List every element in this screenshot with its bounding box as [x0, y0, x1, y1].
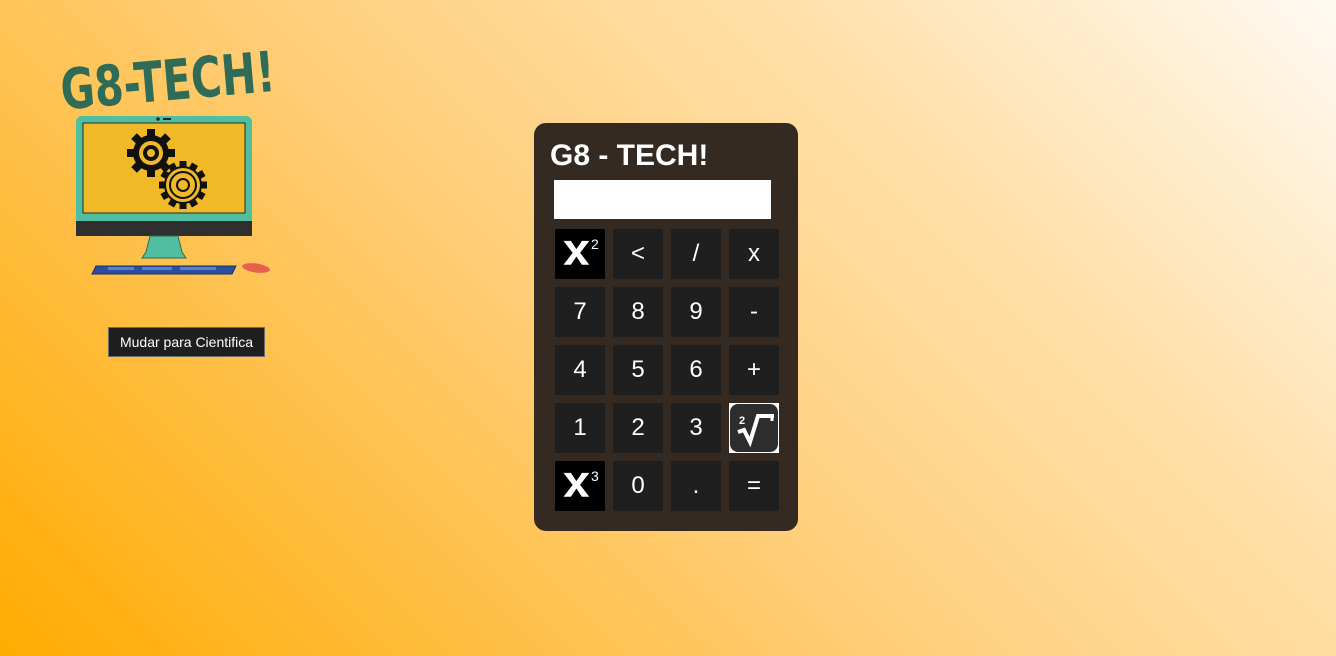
brand-logo-text: G8-TECH! [58, 40, 278, 123]
brand-logo: G8-TECH! [50, 28, 290, 288]
cube-button[interactable]: 3 [555, 461, 605, 511]
digit-3-button[interactable]: 3 [671, 403, 721, 453]
backspace-button[interactable]: < [613, 229, 663, 279]
calculator-display[interactable] [554, 180, 771, 219]
digit-9-button[interactable]: 9 [671, 287, 721, 337]
calculator: G8 - TECH! 2 < / x 7 8 9 - 4 5 6 + 1 2 3… [534, 123, 798, 531]
digit-5-button[interactable]: 5 [613, 345, 663, 395]
plus-button[interactable]: + [729, 345, 779, 395]
decimal-button[interactable]: . [671, 461, 721, 511]
digit-2-button[interactable]: 2 [613, 403, 663, 453]
equals-button[interactable]: = [729, 461, 779, 511]
svg-text:3: 3 [591, 468, 599, 484]
divide-button[interactable]: / [671, 229, 721, 279]
digit-6-button[interactable]: 6 [671, 345, 721, 395]
minus-button[interactable]: - [729, 287, 779, 337]
svg-text:2: 2 [739, 415, 745, 427]
digit-8-button[interactable]: 8 [613, 287, 663, 337]
multiply-button[interactable]: x [729, 229, 779, 279]
digit-7-button[interactable]: 7 [555, 287, 605, 337]
square-button[interactable]: 2 [555, 229, 605, 279]
keypad: 2 < / x 7 8 9 - 4 5 6 + 1 2 3 2 3 0 . = [555, 229, 779, 511]
computer-with-gears-icon: G8-TECH! [58, 40, 278, 275]
switch-to-scientific-button[interactable]: Mudar para Cientifica [108, 327, 265, 357]
calculator-title: G8 - TECH! [550, 139, 709, 172]
digit-4-button[interactable]: 4 [555, 345, 605, 395]
x-squared-icon: 2 [563, 236, 599, 265]
square-root-button[interactable]: 2 [729, 403, 779, 453]
digit-1-button[interactable]: 1 [555, 403, 605, 453]
digit-0-button[interactable]: 0 [613, 461, 663, 511]
x-cubed-icon: 3 [563, 468, 599, 497]
square-root-icon: 2 [730, 404, 778, 452]
svg-text:2: 2 [591, 236, 599, 252]
